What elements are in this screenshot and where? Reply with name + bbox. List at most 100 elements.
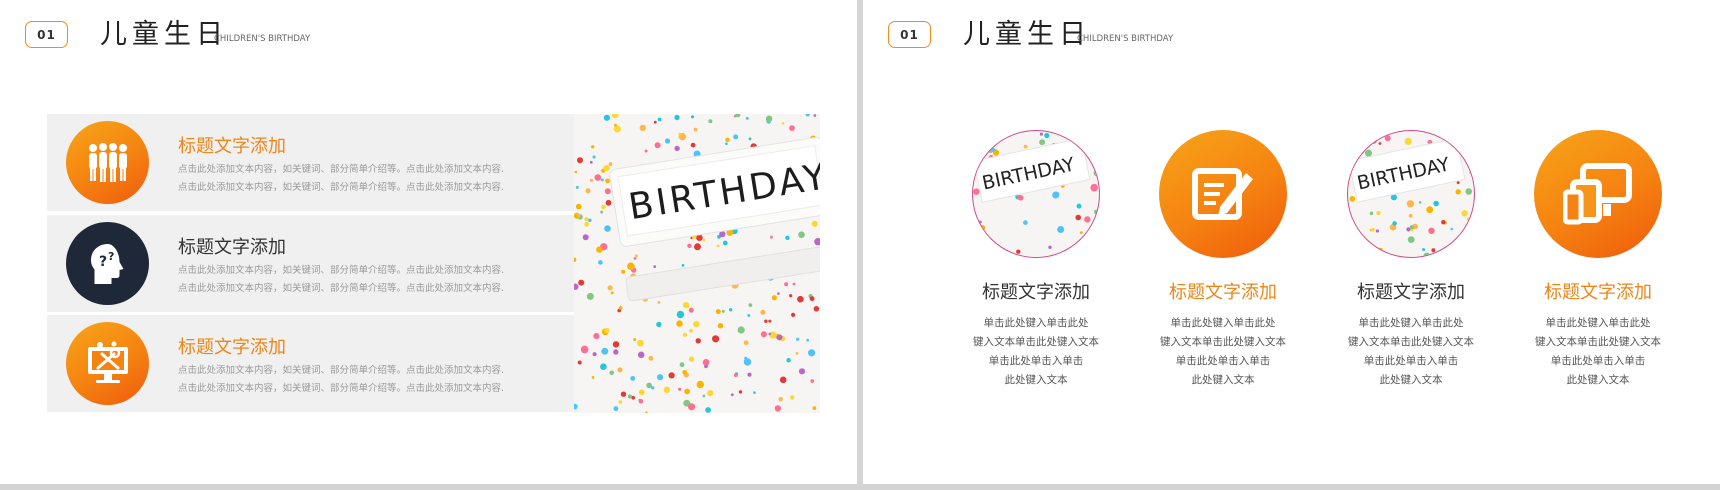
confetti-dot [1370, 137, 1377, 144]
confetti-dot [973, 155, 981, 163]
confetti-dot [777, 292, 780, 295]
row-text: 点击此处添加文本内容，如关键词、部分简单介绍等。点击此处添加文本内容. [178, 265, 505, 276]
confetti-dot [791, 312, 796, 317]
confetti-dot [796, 337, 800, 341]
confetti-dot [973, 188, 980, 195]
confetti-dot [1456, 181, 1460, 185]
confetti-dot [694, 243, 701, 251]
confetti-dot [760, 309, 766, 315]
confetti-dot [577, 157, 583, 164]
confetti-dot [657, 301, 661, 304]
column-title: 标题文字添加 [982, 282, 1090, 303]
confetti-dot [594, 174, 602, 181]
confetti-dot [798, 368, 806, 375]
confetti-dot [618, 306, 623, 310]
confetti-dot [745, 116, 749, 120]
confetti-dot [674, 114, 680, 121]
confetti-dot [620, 391, 627, 397]
confetti-dot [702, 394, 706, 398]
confetti-dot [717, 323, 724, 329]
confetti-dot [604, 225, 611, 232]
confetti-dot [1460, 238, 1466, 244]
confetti-dot [1093, 221, 1099, 229]
confetti-dot [678, 387, 682, 391]
confetti-dot [785, 235, 790, 240]
confetti-dot [575, 203, 582, 210]
confetti-dot [1075, 214, 1081, 221]
confetti-dot [592, 352, 597, 357]
confetti-dot [702, 238, 706, 242]
confetti-dot [684, 388, 690, 395]
confetti-dot [635, 254, 638, 258]
confetti-dot [689, 328, 693, 333]
confetti-dot [1433, 200, 1439, 207]
confetti-dot [586, 292, 594, 300]
confetti-dot [575, 185, 579, 189]
confetti-dot [744, 356, 748, 360]
confetti-dot [1057, 226, 1065, 233]
confetti-dot [600, 178, 604, 182]
confetti-dot [605, 199, 612, 206]
confetti-dot [1450, 227, 1454, 231]
confetti-dot [578, 279, 585, 286]
confetti-dot [1375, 229, 1379, 233]
slide-subtitle: CHILDREN'S BIRTHDAY [214, 34, 311, 44]
confetti-dot [687, 243, 692, 248]
confetti-dot [574, 257, 577, 263]
column-text: 单击此处键入单击此处 键入文本单击此处键入文本 单击此处单击入单击 此处键入文本 [1160, 317, 1286, 386]
confetti-dot [809, 296, 815, 302]
confetti-dot [656, 321, 662, 328]
confetti-dot [1471, 156, 1474, 161]
confetti-dot [663, 386, 671, 393]
monitor-tools-icon [66, 322, 149, 405]
confetti-dot [592, 155, 596, 159]
feature-column: 标题文字添加 单击此处键入单击此处 键入文本单击此处键入文本 单击此处单击入单击… [1505, 130, 1691, 390]
confetti-dot [753, 391, 756, 394]
confetti-dot [1095, 131, 1099, 139]
confetti-dot [1016, 249, 1021, 254]
confetti-dot [1461, 132, 1466, 137]
confetti-dot [765, 115, 773, 122]
confetti-dot [812, 406, 817, 410]
confetti-dot [644, 149, 648, 153]
feature-row: 标题文字添加 点击此处添加文本内容，如关键词、部分简单介绍等。点击此处添加文本内… [47, 315, 574, 412]
confetti-dot [695, 338, 701, 344]
confetti-dot [1407, 236, 1415, 243]
confetti-dot [776, 334, 783, 341]
column-text: 单击此处键入单击此处 键入文本单击此处键入文本 单击此处单击入单击 此处键入文本 [1535, 317, 1661, 386]
confetti-dot [681, 264, 685, 267]
feature-column: BIRTHDAY 标题文字添加 单击此处键入单击此处 键入文本单击此处键入文本 … [1318, 130, 1504, 390]
feature-column: BIRTHDAY 标题文字添加 单击此处键入单击此处 键入文本单击此处键入文本 … [943, 130, 1129, 390]
confetti-dot [577, 214, 581, 218]
confetti-dot [600, 363, 607, 370]
confetti-dot [973, 132, 978, 138]
confetti-dot [1462, 134, 1468, 141]
slide-subtitle: CHILDREN'S BIRTHDAY [1077, 34, 1174, 44]
confetti-dot [1450, 243, 1454, 247]
edit-document-icon [1159, 130, 1287, 258]
confetti-dot [1461, 210, 1468, 217]
confetti-dot [704, 364, 708, 369]
confetti-dot [648, 355, 654, 361]
confetti-dot [781, 122, 785, 125]
confetti-dot [1406, 227, 1411, 232]
confetti-dot [682, 370, 687, 375]
confetti-dot [613, 349, 619, 355]
confetti-dot [608, 162, 613, 166]
confetti-dot [651, 386, 655, 390]
confetti-dot [768, 332, 772, 336]
confetti-dot [633, 257, 637, 260]
confetti-dot [1053, 191, 1060, 198]
confetti-dot [743, 340, 749, 346]
confetti-dot [613, 125, 621, 133]
confetti-dot [979, 136, 984, 141]
confetti-dot [1093, 169, 1099, 177]
confetti-dot [664, 138, 671, 144]
confetti-photo-illustration: BIRTHDAY [574, 114, 820, 413]
confetti-dot [738, 390, 743, 394]
row-text: 点击此处添加文本内容，如关键词、部分简单介绍等。点击此处添加文本内容. [178, 164, 505, 175]
slide-title: 儿童生日 [100, 19, 228, 50]
confetti-dot [637, 339, 644, 347]
confetti-dot [574, 283, 579, 290]
confetti-dot [1465, 188, 1472, 195]
